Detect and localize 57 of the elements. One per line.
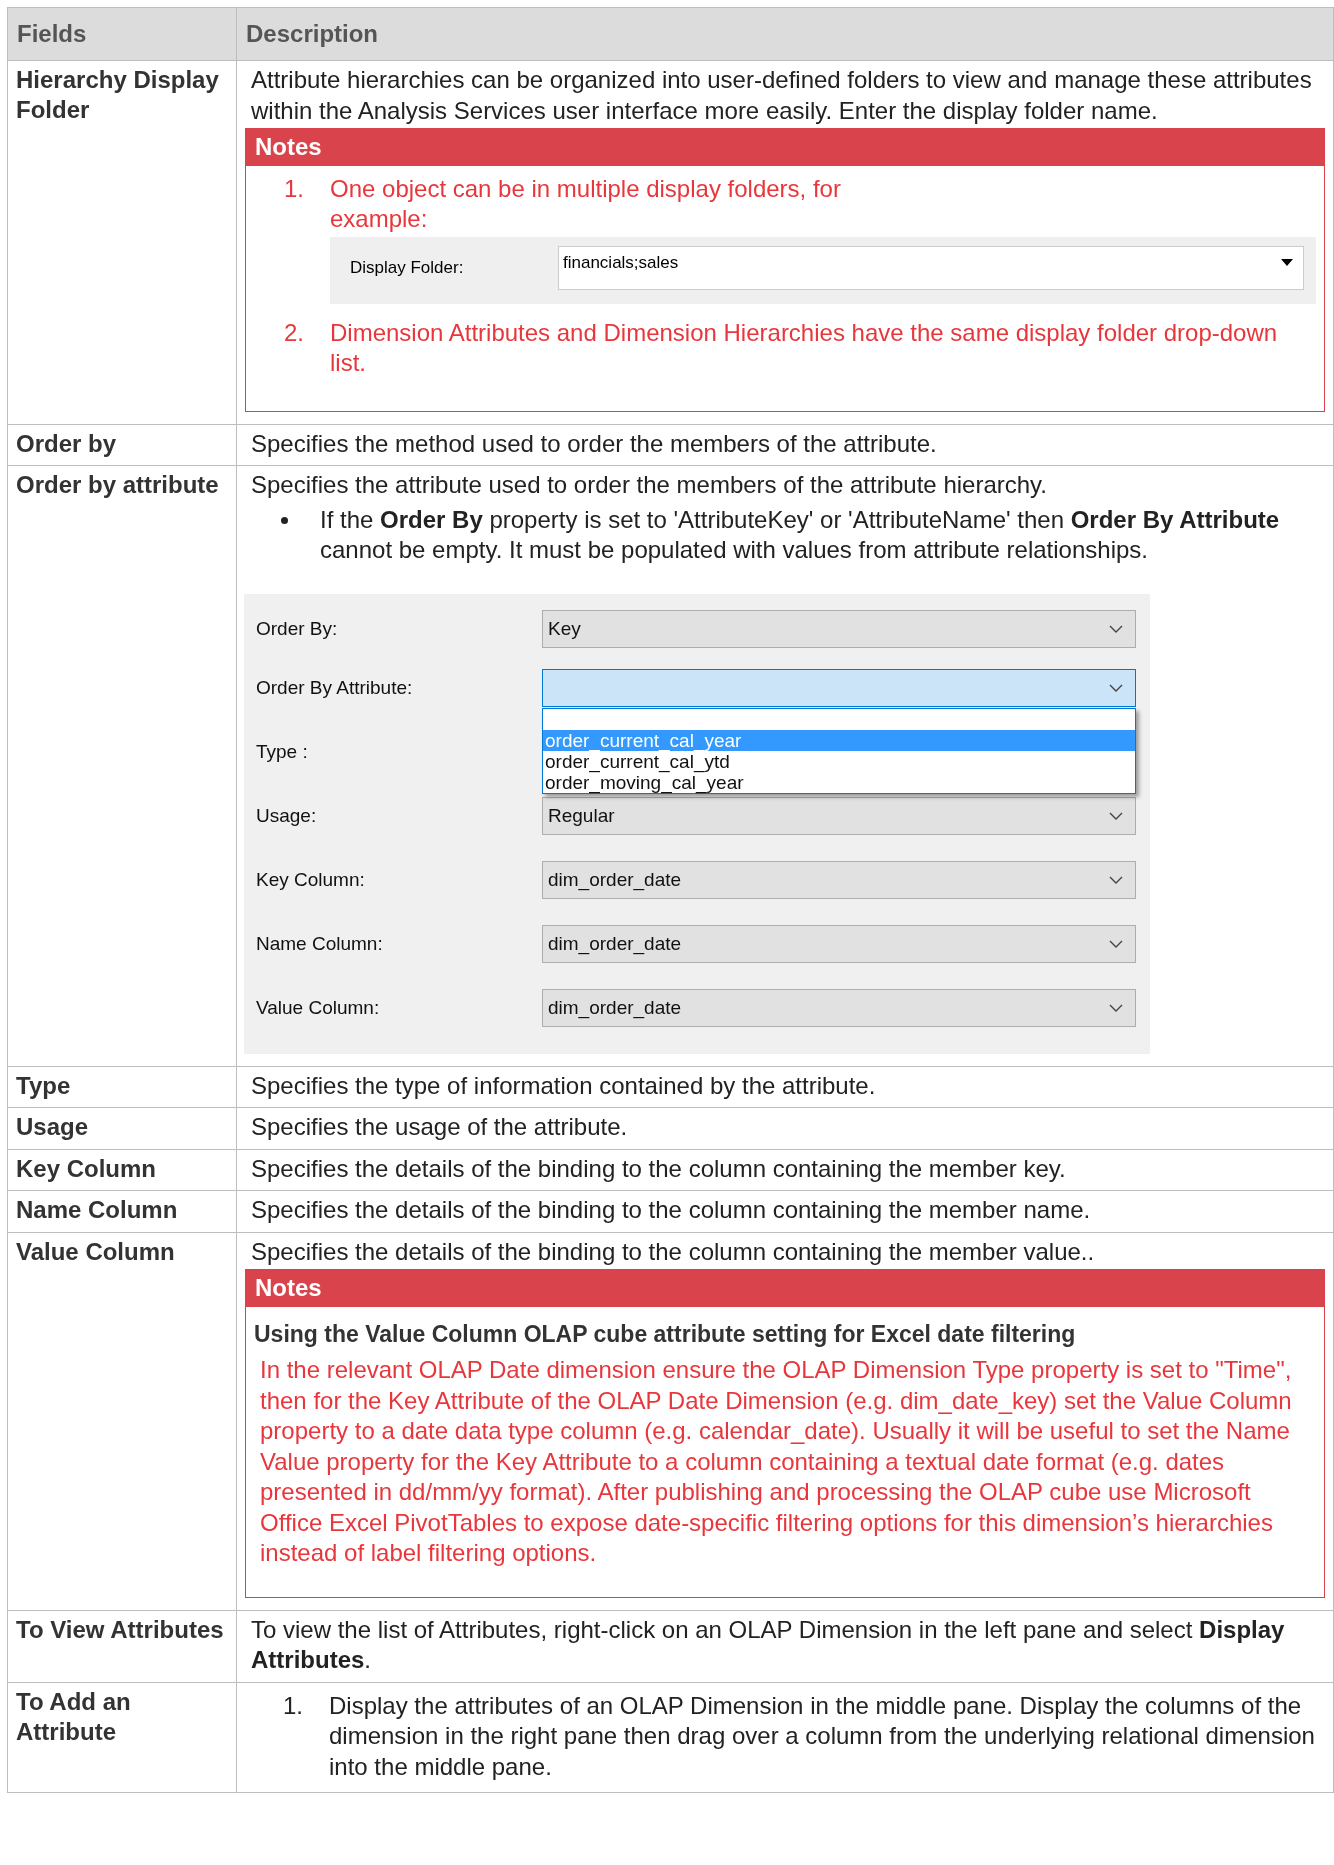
description-text: Specifies the details of the binding to the column containing the member value..	[250, 1236, 1096, 1267]
field-name: Order by	[7, 424, 237, 466]
chevron-down-icon	[1109, 939, 1123, 948]
combo-box[interactable]	[542, 668, 1136, 707]
combo-box[interactable]: dim_order_date	[542, 924, 1136, 963]
column-header: Fields	[7, 7, 237, 61]
description-text: Specifies the details of the binding to the column containing the member name.	[250, 1195, 1092, 1225]
field-name: To View Attributes	[7, 1610, 237, 1682]
dropdown-arrow-icon	[1281, 259, 1293, 266]
description-text: Specifies the details of the binding to the column containing the member key.	[250, 1153, 1067, 1184]
field-name: Order by attribute	[7, 465, 237, 1066]
list-number: 1.	[282, 1690, 304, 1721]
field-name: Name Column	[7, 1190, 237, 1232]
combo-box[interactable]: dim_order_date	[542, 860, 1136, 899]
field-label: Order By Attribute:	[256, 676, 414, 699]
notes-title: Notes	[246, 129, 1324, 166]
list-text: One object can be in multiple display folders, for example:	[330, 173, 842, 234]
list-number: 2.	[283, 317, 305, 348]
chevron-down-icon	[1109, 624, 1123, 633]
chevron-down-icon	[1109, 1003, 1123, 1012]
field-name: To Add an Attribute	[7, 1682, 237, 1793]
description-text: Specifies the usage of the attribute.	[250, 1112, 629, 1142]
dropdown-option[interactable]: order_moving_cal_year	[543, 771, 1135, 793]
field-label: Order By:	[256, 617, 339, 640]
description-text: To view the list of Attributes, right-click on an OLAP Dimension in the left pane and select Display Attributes.	[250, 1614, 1286, 1675]
field-name: Value Column	[7, 1232, 237, 1610]
field-name: Usage	[7, 1107, 237, 1149]
list-text: Display the attributes of an OLAP Dimension in the middle pane. Display the columns of the dimension in the right pane then drag over a column from the underlying relational dimension into the middle pane.	[329, 1690, 1316, 1782]
field-label: Value Column:	[256, 996, 381, 1019]
combo-box[interactable]: Key	[542, 609, 1136, 648]
combo-box[interactable]: Regular	[542, 796, 1136, 835]
bullet-text: If the Order By property is set to 'AttributeKey' or 'AttributeName' then Order By Attribute cannot be empty. It must be populated with values from attribute relationships.	[320, 504, 1281, 565]
note-heading: Using the Value Column OLAP cube attribute setting for Excel date filtering	[254, 1319, 1077, 1349]
notes-title: Notes	[246, 1270, 1324, 1307]
description-text: Attribute hierarchies can be organized into user-defined folders to view and manage these attributes within the Analysis Services user interface more easily. Enter the display folder name.	[250, 65, 1313, 126]
field-label: Type :	[256, 740, 309, 763]
list-number: 1.	[283, 173, 305, 204]
chevron-down-icon	[1109, 875, 1123, 884]
field-label: Key Column:	[256, 868, 366, 891]
description-text: Specifies the attribute used to order the members of the attribute hierarchy.	[250, 470, 1048, 500]
description-text: In the relevant OLAP Date dimension ensure the OLAP Dimension Type property is set to "Time", then for the Key Attribute of the OLAP Date Dimension (e.g. dim_date_key) set the Value Column property to a date data type column (e.g. calendar_date). Usually it will be useful to set the Name Value property for the Key Attribute to a column containing a textual date format (e.g. dates presented in dd/mm/yy format). After publishing and processing the OLAP cube use Microsoft Office Excel PivotTables to expose date-specific filtering options for this dimension’s hierarchies instead of label filtering options.	[259, 1355, 1293, 1568]
field-name: Key Column	[7, 1149, 237, 1191]
description-text: Specifies the method used to order the members of the attribute.	[250, 428, 938, 459]
display-folder-field[interactable]: financials;sales	[558, 245, 1304, 290]
list-text: Dimension Attributes and Dimension Hierarchies have the same display folder drop-down list.	[330, 317, 1279, 378]
bullet-icon	[281, 516, 288, 524]
field-label: Usage:	[256, 804, 318, 827]
field-label: Name Column:	[256, 932, 384, 955]
field-name: Type	[7, 1066, 237, 1108]
field-name: Hierarchy Display Folder	[7, 60, 237, 424]
description-text: Specifies the type of information contained by the attribute.	[250, 1070, 877, 1101]
combo-box[interactable]: dim_order_date	[542, 988, 1136, 1027]
column-header: Description	[236, 7, 1334, 61]
dropdown-option[interactable]: order_current_cal_ytd	[543, 750, 1135, 772]
chevron-down-icon	[1109, 683, 1123, 692]
chevron-down-icon	[1109, 811, 1123, 820]
field-label: Display Folder:	[350, 257, 465, 278]
